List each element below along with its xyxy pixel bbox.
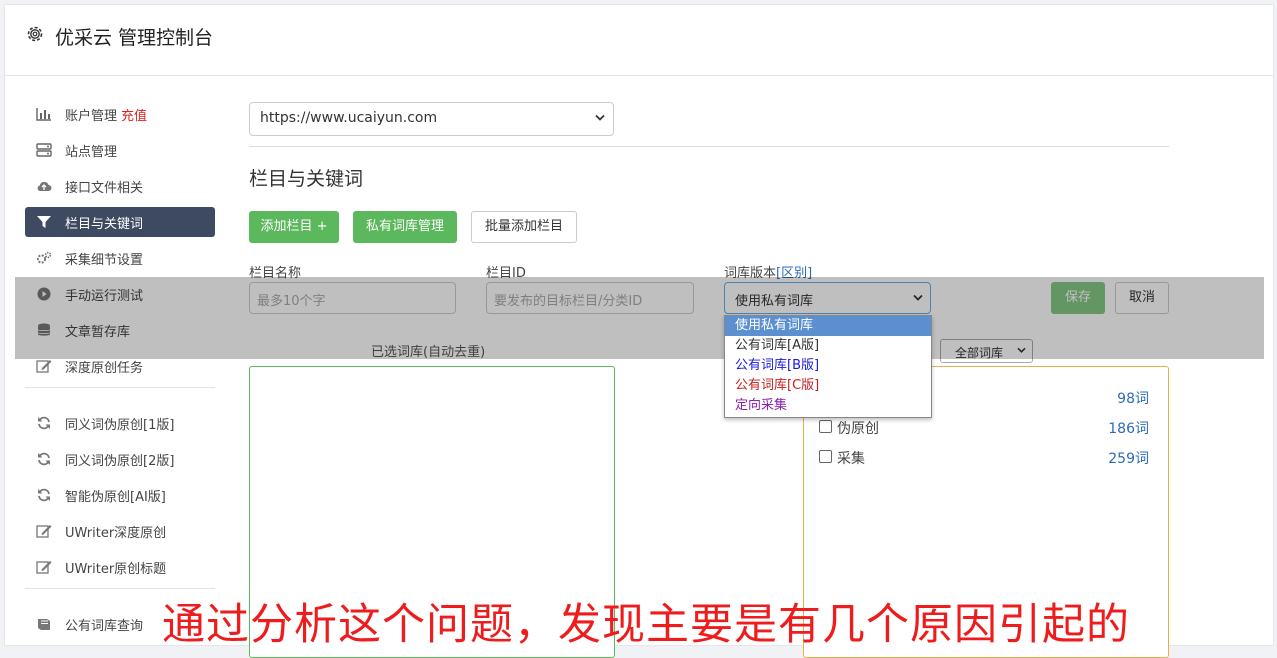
chevron-down-icon	[595, 114, 605, 121]
modal-overlay	[15, 277, 1264, 359]
server-icon	[36, 143, 52, 157]
header: 优采云 管理控制台	[5, 5, 1273, 76]
refresh-icon	[38, 416, 50, 430]
filter-icon	[37, 216, 51, 228]
sidebar-item-uwriter-title[interactable]: UWriter原创标题	[25, 552, 215, 582]
library-row[interactable]: 采集 259词	[819, 447, 1149, 467]
lib-version-dropdown: 使用私有词库 公有词库[A版] 公有词库[B版] 公有词库[C版] 定向采集	[724, 315, 932, 418]
sidebar-item-columns-keywords[interactable]: 栏目与关键词	[25, 207, 215, 237]
library-checkbox[interactable]	[819, 420, 832, 433]
refresh-icon	[38, 452, 50, 466]
sidebar-item-label: 账户管理	[65, 109, 118, 124]
sidebar-item-synonym-v1[interactable]: 同义词伪原创[1版]	[25, 408, 215, 438]
library-checkbox[interactable]	[819, 450, 832, 463]
sidebar-divider	[25, 588, 215, 589]
dropdown-option-public-b[interactable]: 公有词库[B版]	[725, 356, 931, 376]
sidebar-item-label: 站点管理	[65, 145, 118, 160]
sidebar-item-label: 公有词库查询	[65, 619, 144, 634]
sidebar-item-interface-files[interactable]: 接口文件相关	[25, 171, 215, 201]
sidebar-item-label: 智能伪原创[AI版]	[65, 490, 166, 505]
cogs-icon	[36, 251, 52, 264]
private-lib-button[interactable]: 私有词库管理	[353, 211, 457, 243]
sidebar-item-ai-rewrite[interactable]: 智能伪原创[AI版]	[25, 480, 215, 510]
site-select-value: https://www.ucaiyun.com	[260, 110, 438, 126]
dropdown-option-targeted[interactable]: 定向采集	[725, 396, 931, 416]
library-count: 98词	[1117, 391, 1149, 407]
sidebar-item-collection-settings[interactable]: 采集细节设置	[25, 243, 215, 273]
dropdown-option-public-c[interactable]: 公有词库[C版]	[725, 376, 931, 396]
sidebar-item-label: UWriter深度原创	[65, 526, 167, 541]
sidebar-divider	[25, 387, 215, 388]
page-title: 栏目与关键词	[249, 168, 364, 190]
site-select[interactable]: https://www.ucaiyun.com	[249, 102, 614, 136]
recharge-link[interactable]: 充值	[121, 109, 147, 124]
sidebar-item-uwriter-original[interactable]: UWriter深度原创	[25, 516, 215, 546]
sidebar-item-label: 深度原创任务	[65, 361, 144, 376]
refresh-icon	[38, 488, 50, 502]
cloud-upload-icon	[37, 181, 52, 191]
sidebar-item-label: 同义词伪原创[2版]	[65, 454, 175, 469]
batch-add-button[interactable]: 批量添加栏目	[471, 211, 577, 243]
library-name: 伪原创	[837, 421, 879, 437]
sidebar-item-sites[interactable]: 站点管理	[25, 135, 215, 165]
sidebar-item-label: UWriter原创标题	[65, 562, 167, 577]
edit-icon	[36, 360, 52, 373]
divider	[249, 146, 1169, 147]
sidebar-item-label: 采集细节设置	[65, 253, 144, 268]
library-name: 采集	[837, 451, 865, 467]
dropdown-option-private[interactable]: 使用私有词库	[725, 316, 931, 336]
sidebar-item-label: 栏目与关键词	[65, 217, 144, 232]
sidebar-item-synonym-v2[interactable]: 同义词伪原创[2版]	[25, 444, 215, 474]
dropdown-option-public-a[interactable]: 公有词库[A版]	[725, 336, 931, 356]
library-row[interactable]: 伪原创 186词	[819, 417, 1149, 437]
caption-overlay-text: 通过分析这个问题，发现主要是有几个原因引起的	[162, 600, 1130, 650]
library-count: 259词	[1108, 451, 1149, 467]
gear-icon	[27, 26, 43, 42]
add-column-button[interactable]: 添加栏目 +	[249, 211, 339, 243]
book-icon	[38, 619, 50, 630]
library-count: 186词	[1108, 421, 1149, 437]
bar-chart-icon	[36, 108, 51, 121]
sidebar-item-account[interactable]: 账户管理 充值	[25, 99, 215, 129]
main-panel: 优采云 管理控制台 账户管理 充值 站点管理 接口文件相关 栏目与关键词 采集细节…	[4, 4, 1274, 658]
edit-icon	[36, 525, 52, 538]
app-title: 优采云 管理控制台	[55, 27, 214, 49]
sidebar: 账户管理 充值 站点管理 接口文件相关 栏目与关键词 采集细节设置 手动运行测试 …	[25, 99, 215, 645]
sidebar-item-label: 接口文件相关	[65, 181, 144, 196]
edit-icon	[36, 561, 52, 574]
sidebar-item-label: 同义词伪原创[1版]	[65, 418, 175, 433]
